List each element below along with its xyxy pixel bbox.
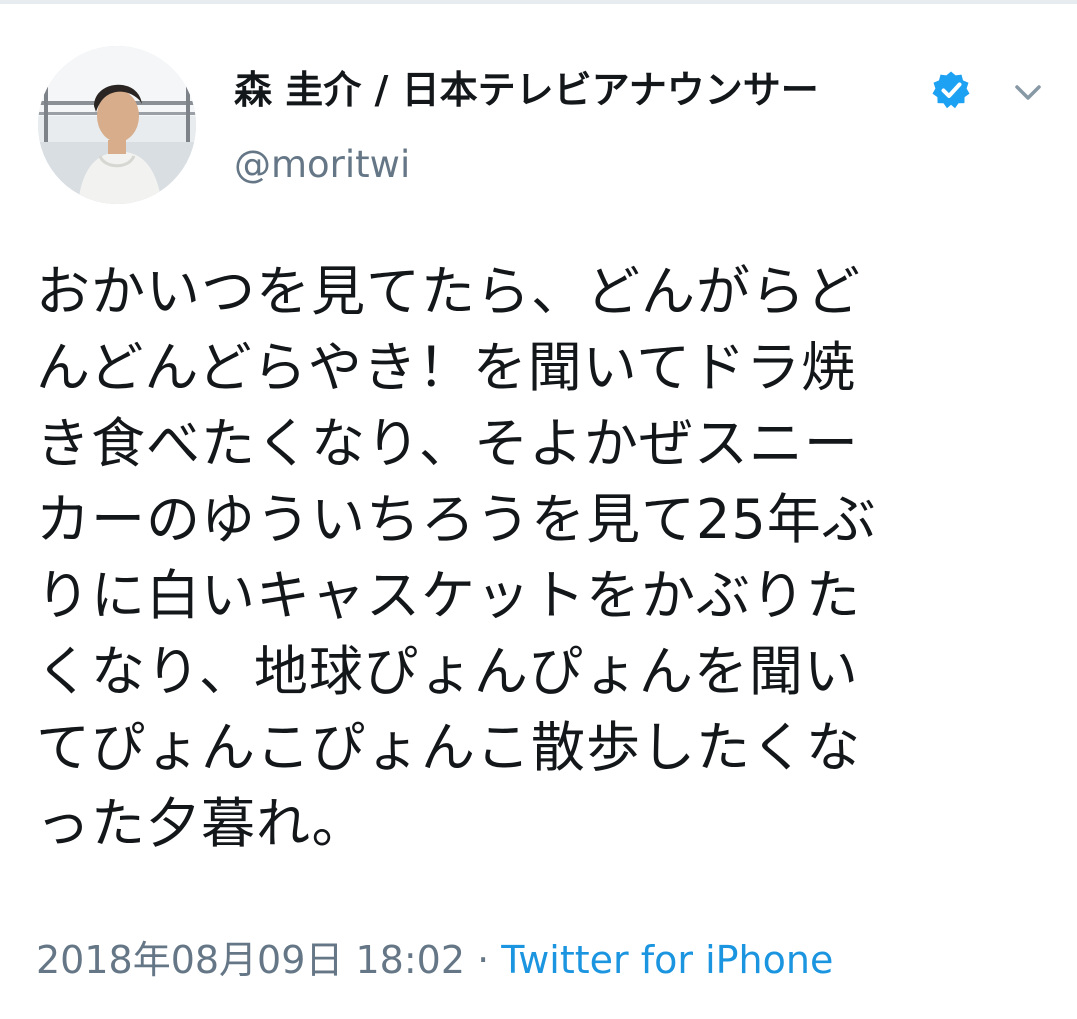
tweet-text-line: くなり、地球ぴょんぴょんを聞い [36,640,859,703]
meta-separator: · [477,938,490,982]
tweet-text: おかいつを見てたら、どんがらど んどんどらやき！を聞いてドラ焼 き食べたくなり、… [36,254,1036,862]
tweet-text-line: カーのゆういちろうを見て25年ぶ [36,488,877,551]
tweet-card: 森 圭介 / 日本テレビアナウンサー @moritwi おかいつを見てたら、どん… [0,0,1077,1019]
avatar-image [38,46,196,204]
user-handle[interactable]: @moritwi [234,142,410,188]
tweet-meta: 2018年08月09日 18:02 · Twitter for iPhone [36,936,833,984]
display-name[interactable]: 森 圭介 / 日本テレビアナウンサー [234,66,819,114]
avatar[interactable] [38,46,196,204]
source-link[interactable]: Twitter for iPhone [501,938,833,982]
tweet-text-line: き食べたくなり、そよかぜスニー [36,412,859,475]
tweet-text-line: んどんどらやき！を聞いてドラ焼 [36,336,857,399]
chevron-down-icon[interactable] [1008,72,1048,112]
tweet-text-line: った夕暮れ。 [36,792,367,855]
timestamp[interactable]: 2018年08月09日 18:02 [36,938,465,982]
tweet-text-line: りに白いキャスケットをかぶりた [36,564,861,627]
verified-badge-icon [932,71,970,109]
tweet-text-line: てぴょんこぴょんこ散歩したくな [36,716,861,779]
tweet-text-line: おかいつを見てたら、どんがらど [36,260,861,323]
